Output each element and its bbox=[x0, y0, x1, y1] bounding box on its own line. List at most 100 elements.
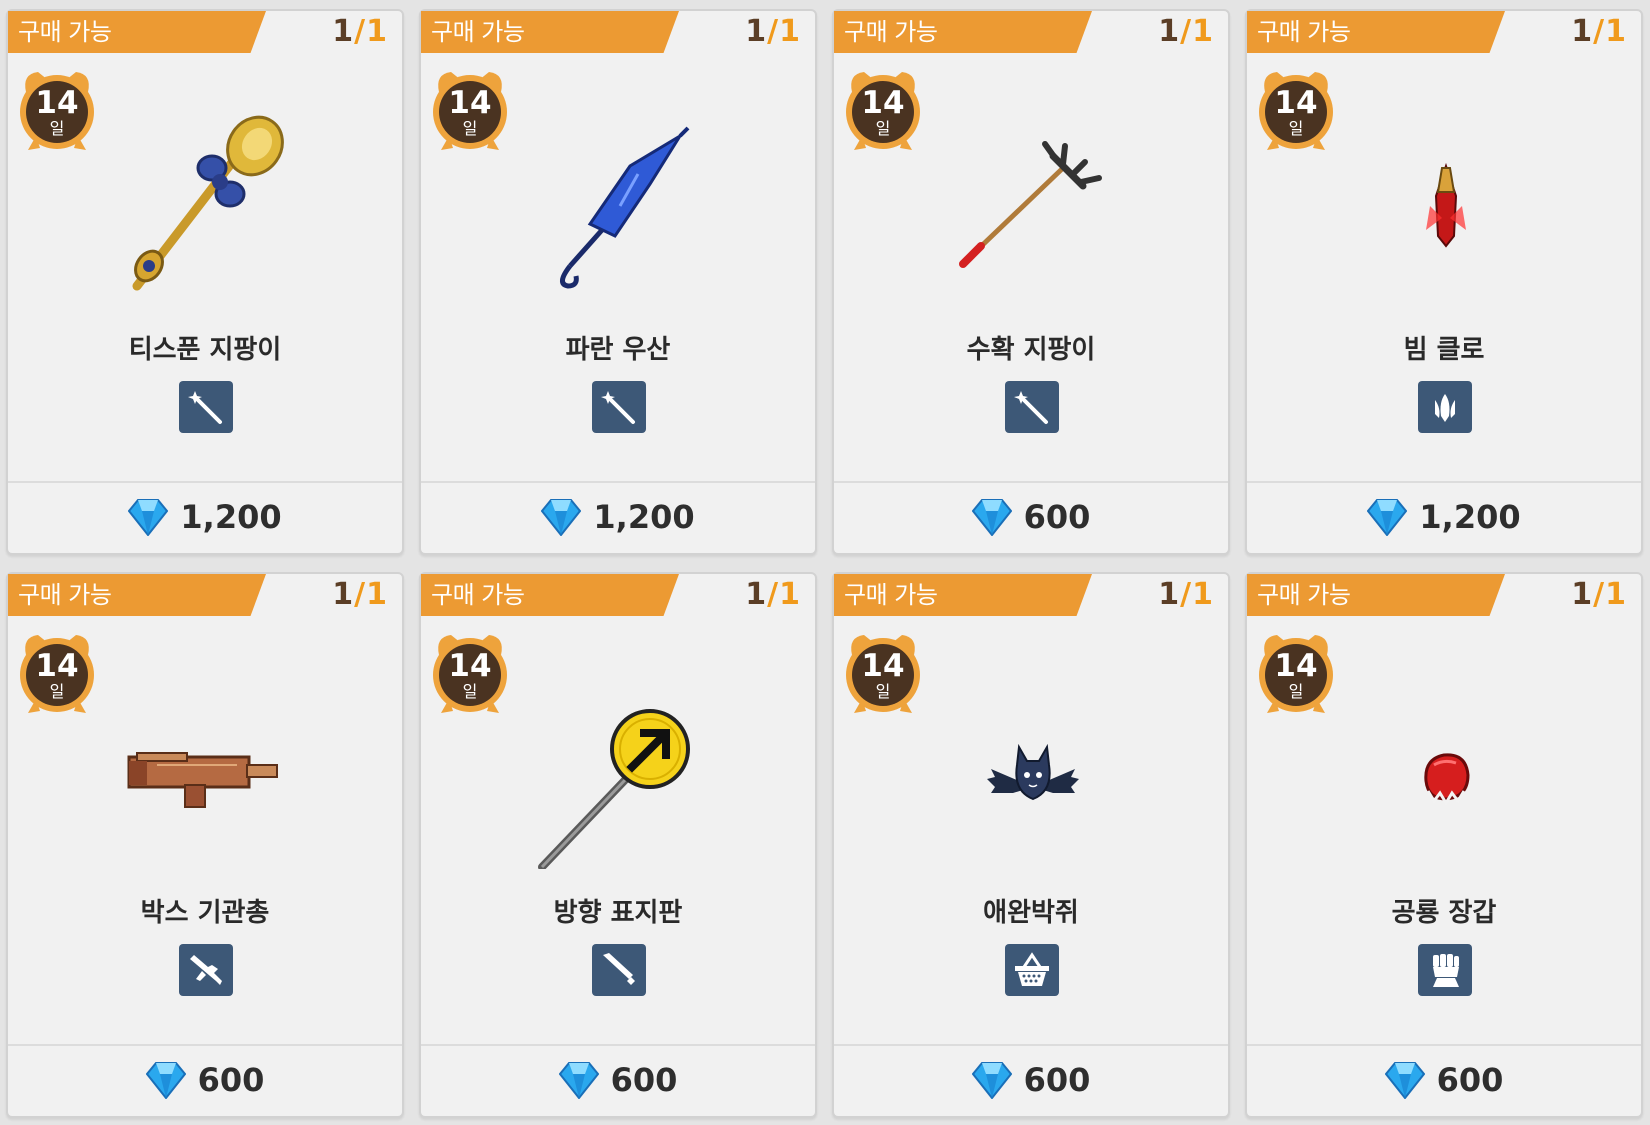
duration-days: 14 bbox=[35, 85, 79, 121]
diamond-gem-icon bbox=[971, 499, 1012, 536]
diamond-gem-icon bbox=[558, 1062, 599, 1099]
diamond-gem-icon bbox=[1384, 1062, 1425, 1099]
price-value: 600 bbox=[1023, 498, 1091, 536]
shop-grid: 구매 가능 1/1 14 일 티스푼 지팡이 1,200 구매 가능 1/1 1… bbox=[6, 9, 1643, 1118]
duration-days: 14 bbox=[861, 85, 905, 121]
beam-claw-icon bbox=[1426, 162, 1466, 248]
purchase-status-tag: 구매 가능 bbox=[8, 11, 266, 53]
item-name: 애완박쥐 bbox=[983, 898, 1079, 928]
purchase-limit: 1/1 bbox=[332, 14, 388, 49]
duration-unit: 일 bbox=[49, 682, 65, 701]
price-button[interactable]: 600 bbox=[834, 487, 1228, 547]
basket-icon bbox=[1005, 944, 1059, 996]
alarm-clock-icon: 14 일 bbox=[18, 66, 96, 152]
purchase-limit: 1/1 bbox=[1571, 577, 1627, 612]
teaspoon-staff-icon bbox=[132, 115, 284, 291]
gun-icon bbox=[179, 944, 233, 996]
shop-item-card[interactable]: 구매 가능 1/1 14 일 방향 표지판 600 bbox=[419, 572, 817, 1118]
divider bbox=[8, 481, 402, 483]
purchase-limit: 1/1 bbox=[332, 577, 388, 612]
shop-item-card[interactable]: 구매 가능 1/1 14 일 수확 지팡이 600 bbox=[832, 9, 1230, 555]
divider bbox=[834, 1044, 1228, 1046]
duration-days: 14 bbox=[448, 648, 492, 684]
price-value: 1,200 bbox=[593, 498, 695, 536]
purchase-limit: 1/1 bbox=[745, 14, 801, 49]
sword-icon bbox=[592, 944, 646, 996]
item-name: 빔 클로 bbox=[1403, 335, 1485, 365]
purchase-limit: 1/1 bbox=[1158, 577, 1214, 612]
duration-unit: 일 bbox=[462, 119, 478, 138]
diamond-gem-icon bbox=[541, 499, 582, 536]
shop-item-card[interactable]: 구매 가능 1/1 14 일 빔 클로 1,200 bbox=[1245, 9, 1643, 555]
price-value: 600 bbox=[610, 1061, 678, 1099]
divider bbox=[1247, 481, 1641, 483]
item-name: 공룡 장갑 bbox=[1391, 898, 1497, 928]
divider bbox=[834, 481, 1228, 483]
duration-days: 14 bbox=[861, 648, 905, 684]
alarm-clock-icon: 14 일 bbox=[844, 629, 922, 715]
purchase-status-tag: 구매 가능 bbox=[8, 574, 266, 616]
item-name: 파란 우산 bbox=[565, 335, 671, 365]
diamond-gem-icon bbox=[971, 1062, 1012, 1099]
pet-bat-icon bbox=[987, 743, 1079, 801]
duration-unit: 일 bbox=[49, 119, 65, 138]
price-button[interactable]: 600 bbox=[834, 1050, 1228, 1110]
harvest-rake-icon bbox=[959, 141, 1102, 268]
diamond-gem-icon bbox=[1367, 499, 1408, 536]
alarm-clock-icon: 14 일 bbox=[18, 629, 96, 715]
purchase-status-tag: 구매 가능 bbox=[1247, 11, 1505, 53]
duration-days: 14 bbox=[35, 648, 79, 684]
duration-unit: 일 bbox=[875, 682, 891, 701]
duration-unit: 일 bbox=[875, 119, 891, 138]
purchase-status-tag: 구매 가능 bbox=[421, 574, 679, 616]
shop-item-card[interactable]: 구매 가능 1/1 14 일 애완박쥐 600 bbox=[832, 572, 1230, 1118]
price-button[interactable]: 600 bbox=[1247, 1050, 1641, 1110]
divider bbox=[421, 481, 815, 483]
price-button[interactable]: 1,200 bbox=[8, 487, 402, 547]
wand-icon bbox=[1005, 381, 1059, 433]
diamond-gem-icon bbox=[145, 1062, 186, 1099]
price-button[interactable]: 1,200 bbox=[1247, 487, 1641, 547]
alarm-clock-icon: 14 일 bbox=[1257, 629, 1335, 715]
duration-unit: 일 bbox=[1288, 682, 1304, 701]
divider bbox=[8, 1044, 402, 1046]
item-name: 수확 지팡이 bbox=[966, 335, 1096, 365]
alarm-clock-icon: 14 일 bbox=[431, 629, 509, 715]
purchase-status-tag: 구매 가능 bbox=[834, 574, 1092, 616]
shop-item-card[interactable]: 구매 가능 1/1 14 일 티스푼 지팡이 1,200 bbox=[6, 9, 404, 555]
item-name: 박스 기관총 bbox=[140, 898, 270, 928]
diamond-gem-icon bbox=[128, 499, 169, 536]
dinosaur-glove-icon bbox=[1424, 753, 1470, 806]
direction-sign-icon bbox=[538, 709, 690, 869]
divider bbox=[1247, 1044, 1641, 1046]
purchase-status-tag: 구매 가능 bbox=[421, 11, 679, 53]
price-button[interactable]: 600 bbox=[8, 1050, 402, 1110]
wand-icon bbox=[592, 381, 646, 433]
price-value: 600 bbox=[197, 1061, 265, 1099]
purchase-limit: 1/1 bbox=[1158, 14, 1214, 49]
shop-item-card[interactable]: 구매 가능 1/1 14 일 파란 우산 1,200 bbox=[419, 9, 817, 555]
price-value: 1,200 bbox=[180, 498, 282, 536]
purchase-limit: 1/1 bbox=[745, 577, 801, 612]
claw-icon bbox=[1418, 381, 1472, 433]
price-button[interactable]: 600 bbox=[421, 1050, 815, 1110]
item-name: 티스푼 지팡이 bbox=[128, 335, 282, 365]
price-value: 600 bbox=[1436, 1061, 1504, 1099]
box-machine-gun-icon bbox=[127, 752, 278, 808]
blue-umbrella-icon bbox=[560, 126, 690, 289]
alarm-clock-icon: 14 일 bbox=[844, 66, 922, 152]
price-value: 1,200 bbox=[1419, 498, 1521, 536]
divider bbox=[421, 1044, 815, 1046]
duration-unit: 일 bbox=[462, 682, 478, 701]
shop-item-card[interactable]: 구매 가능 1/1 14 일 박스 기관총 600 bbox=[6, 572, 404, 1118]
purchase-limit: 1/1 bbox=[1571, 14, 1627, 49]
price-value: 600 bbox=[1023, 1061, 1091, 1099]
alarm-clock-icon: 14 일 bbox=[431, 66, 509, 152]
duration-days: 14 bbox=[448, 85, 492, 121]
shop-item-card[interactable]: 구매 가능 1/1 14 일 공룡 장갑 600 bbox=[1245, 572, 1643, 1118]
item-name: 방향 표지판 bbox=[553, 898, 683, 928]
duration-days: 14 bbox=[1274, 85, 1318, 121]
duration-unit: 일 bbox=[1288, 119, 1304, 138]
price-button[interactable]: 1,200 bbox=[421, 487, 815, 547]
purchase-status-tag: 구매 가능 bbox=[1247, 574, 1505, 616]
